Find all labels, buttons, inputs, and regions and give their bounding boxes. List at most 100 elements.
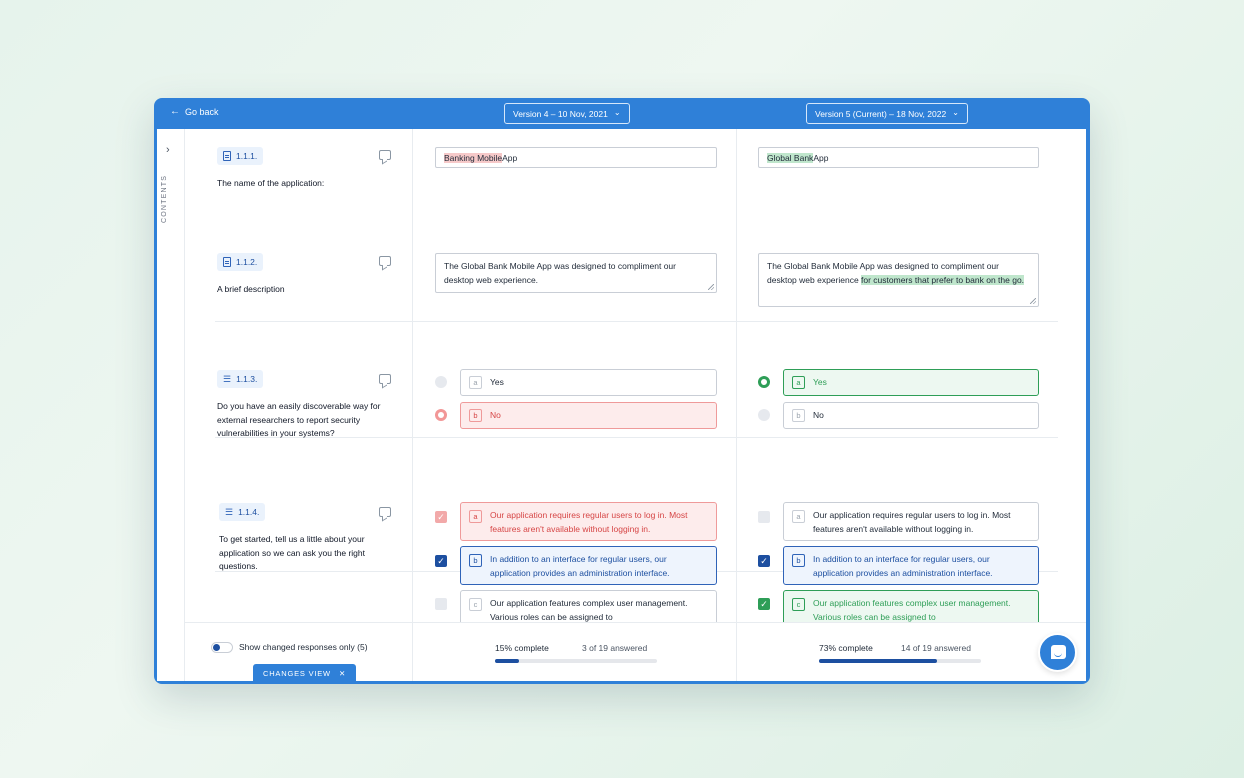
- left-progress-fill: [495, 659, 520, 663]
- comment-icon[interactable]: [379, 507, 391, 517]
- left-progress-track: [495, 659, 657, 663]
- left-checkbox-a[interactable]: ✓: [435, 511, 447, 523]
- right-option-b[interactable]: b No: [783, 402, 1039, 429]
- content-area: › CONTENTS 1.1.1. The name of the applic…: [157, 129, 1086, 681]
- added-text: for customers that prefer to bank on the…: [861, 274, 1025, 285]
- left-radio-a[interactable]: [435, 376, 447, 388]
- right-radio-b[interactable]: [758, 409, 770, 421]
- left-version-select[interactable]: Version 4 – 10 Nov, 2021 ⌄: [504, 103, 630, 124]
- question-number-badge: 1.1.1.: [217, 147, 264, 165]
- right-answer-field[interactable]: Global Bank App: [758, 147, 1039, 168]
- compare-window: ← Go back Version 4 – 10 Nov, 2021 ⌄ Ver…: [154, 98, 1090, 684]
- left-progress-percent: 15% complete: [495, 643, 549, 653]
- top-bar: ← Go back Version 4 – 10 Nov, 2021 ⌄ Ver…: [154, 98, 1090, 129]
- option-label: Our application requires regular users t…: [813, 510, 1011, 534]
- option-label: Yes: [490, 377, 504, 387]
- option-label: Our application features complex user ma…: [813, 598, 1011, 622]
- list-icon: ☰: [223, 373, 232, 384]
- option-letter: b: [792, 409, 805, 422]
- row-divider: [215, 321, 1058, 322]
- column-divider: [736, 129, 737, 622]
- right-version-label: Version 5 (Current) – 18 Nov, 2022: [815, 108, 947, 119]
- resize-grip-icon[interactable]: [1030, 298, 1036, 304]
- footer-bar: Show changed responses only (5) CHANGES …: [185, 622, 1086, 681]
- question-number-badge: 1.1.2.: [217, 253, 264, 271]
- right-progress-answered: 14 of 19 answered: [901, 643, 971, 653]
- right-option-a[interactable]: a Our application requires regular users…: [783, 502, 1039, 541]
- question-text: The name of the application:: [217, 178, 325, 188]
- right-radio-a[interactable]: [758, 376, 770, 388]
- right-option-a[interactable]: a Yes: [783, 369, 1039, 396]
- go-back-label: Go back: [185, 107, 219, 117]
- question-text: A brief description: [217, 284, 285, 294]
- question-text: To get started, tell us a little about y…: [219, 534, 366, 571]
- option-label: No: [490, 410, 501, 420]
- go-back-link[interactable]: ← Go back: [170, 106, 219, 118]
- left-option-b[interactable]: b No: [460, 402, 717, 429]
- option-letter: b: [469, 409, 482, 422]
- checklist-icon: ☰: [225, 506, 234, 517]
- option-letter: c: [469, 598, 482, 611]
- option-label: Yes: [813, 377, 827, 387]
- left-checkbox-b[interactable]: ✓: [435, 555, 447, 567]
- question-number: 1.1.4.: [238, 507, 260, 517]
- question-number: 1.1.2.: [236, 257, 258, 267]
- question-number-badge: ☰ 1.1.4.: [219, 503, 266, 521]
- option-letter: b: [469, 554, 482, 567]
- question-number: 1.1.1.: [236, 151, 258, 161]
- question-text: Do you have an easily discoverable way f…: [217, 401, 381, 438]
- right-checkbox-b[interactable]: ✓: [758, 555, 770, 567]
- chat-icon: [1051, 645, 1066, 659]
- right-checkbox-c[interactable]: ✓: [758, 598, 770, 610]
- option-label: No: [813, 410, 824, 420]
- left-option-b[interactable]: b In addition to an interface for regula…: [460, 546, 717, 585]
- comment-icon[interactable]: [379, 374, 391, 384]
- option-letter: a: [469, 510, 482, 523]
- arrow-left-icon: ←: [170, 106, 180, 117]
- question-number: 1.1.3.: [236, 374, 258, 384]
- left-radio-b[interactable]: [435, 409, 447, 421]
- resize-grip-icon[interactable]: [708, 284, 714, 290]
- chevron-right-icon[interactable]: ›: [166, 144, 170, 156]
- right-progress-track: [819, 659, 981, 663]
- left-progress-answered: 3 of 19 answered: [582, 643, 648, 653]
- right-progress-percent: 73% complete: [819, 643, 873, 653]
- left-checkbox-c[interactable]: [435, 598, 447, 610]
- changes-view-tab[interactable]: CHANGES VIEW ✕: [253, 664, 357, 681]
- right-option-b[interactable]: b In addition to an interface for regula…: [783, 546, 1039, 585]
- chat-launcher-button[interactable]: [1038, 633, 1077, 672]
- left-version-label: Version 4 – 10 Nov, 2021: [513, 108, 608, 119]
- option-letter: b: [792, 554, 805, 567]
- chevron-down-icon: ⌄: [952, 108, 959, 117]
- changed-only-toggle[interactable]: [211, 642, 233, 653]
- answer-text: The Global Bank Mobile App was designed …: [444, 261, 676, 285]
- question-number-badge: ☰ 1.1.3.: [217, 370, 264, 388]
- right-progress-fill: [819, 659, 938, 663]
- right-version-select[interactable]: Version 5 (Current) – 18 Nov, 2022 ⌄: [806, 103, 968, 124]
- chevron-down-icon: ⌄: [613, 108, 621, 117]
- option-label: Our application requires regular users t…: [490, 510, 688, 534]
- right-checkbox-a[interactable]: [758, 511, 770, 523]
- right-answer-textarea[interactable]: The Global Bank Mobile App was designed …: [758, 253, 1039, 307]
- option-label: Our application features complex user ma…: [490, 598, 688, 622]
- unchanged-text: App: [502, 152, 518, 163]
- unchanged-text: App: [813, 152, 829, 163]
- option-letter: a: [792, 510, 805, 523]
- option-letter: c: [792, 598, 805, 611]
- column-divider: [412, 129, 413, 622]
- comment-icon[interactable]: [379, 150, 391, 160]
- contents-rail: › CONTENTS: [157, 129, 185, 681]
- close-icon[interactable]: ✕: [339, 669, 346, 678]
- contents-label: CONTENTS: [161, 174, 168, 224]
- left-answer-field[interactable]: Banking Mobile App: [435, 147, 717, 168]
- document-icon: [223, 257, 231, 267]
- left-option-a[interactable]: a Our application requires regular users…: [460, 502, 717, 541]
- removed-text: Banking Mobile: [444, 152, 503, 163]
- option-label: In addition to an interface for regular …: [490, 554, 670, 578]
- left-answer-textarea[interactable]: The Global Bank Mobile App was designed …: [435, 253, 717, 293]
- left-option-a[interactable]: a Yes: [460, 369, 717, 396]
- document-icon: [223, 151, 231, 161]
- toggle-label: Show changed responses only (5): [239, 642, 368, 652]
- comment-icon[interactable]: [379, 256, 391, 266]
- footer-divider: [412, 623, 413, 681]
